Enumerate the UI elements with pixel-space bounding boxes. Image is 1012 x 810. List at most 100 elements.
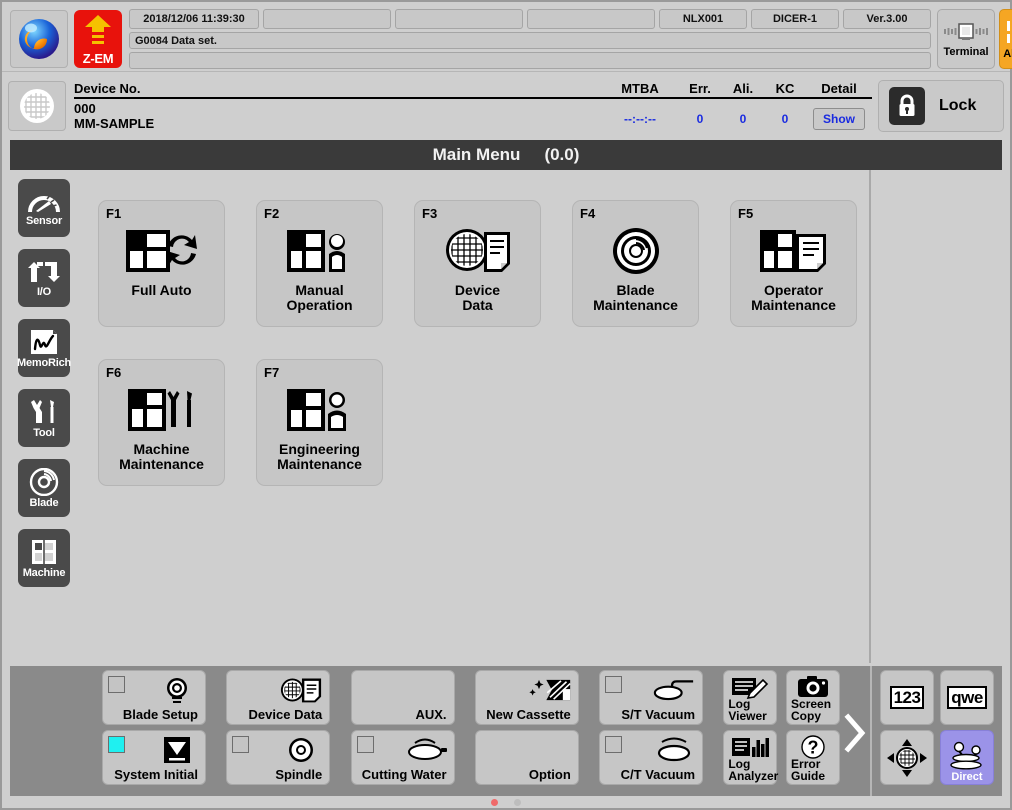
- device-no-label: Device No.: [74, 81, 141, 96]
- device-column-headers: MTBA Err. Ali. KC Detail: [602, 81, 872, 96]
- toolbar-button-cutting-water[interactable]: Cutting Water: [350, 730, 455, 785]
- value-ali: 0: [739, 112, 747, 126]
- toolbar-button-system-initial[interactable]: System Initial: [102, 730, 206, 785]
- col-detail: Detail: [821, 81, 857, 96]
- lock-label: Lock: [939, 97, 977, 114]
- manual-operation-icon: [285, 225, 355, 277]
- terminal-button[interactable]: Terminal: [937, 9, 995, 69]
- datetime-field[interactable]: 2018/12/06 11:39:30: [129, 9, 259, 29]
- toolbar-label-aux: AUX.: [415, 707, 447, 722]
- toolbar-button-st-vacuum[interactable]: S/T Vacuum: [599, 670, 704, 725]
- device-data-icon: [442, 225, 514, 277]
- alarm-clear-button[interactable]: Alarm/Clr: [999, 9, 1012, 69]
- fkey-f4: F4: [580, 206, 596, 221]
- qwerty-keyboard-button[interactable]: qwe: [940, 670, 994, 725]
- toolbar-button-screen-copy[interactable]: Screen Copy: [786, 670, 841, 725]
- fkey-f7: F7: [264, 365, 280, 380]
- memorich-icon: [29, 328, 59, 356]
- ct-vacuum-checkbox[interactable]: [605, 736, 623, 753]
- toolbar-button-new-cassette[interactable]: New Cassette: [474, 670, 579, 725]
- menu-button-machine-maintenance[interactable]: F6 Machine Maintenance: [98, 359, 225, 486]
- menu-button-operator-maintenance[interactable]: F5 Operator Maintenance: [730, 200, 857, 327]
- toolbar-button-error-guide[interactable]: ? Error Guide: [786, 730, 841, 785]
- toolbar-button-spindle[interactable]: Spindle: [226, 730, 331, 785]
- device-icon-button[interactable]: [8, 81, 66, 131]
- toolbar-label-log-analyzer: Log Analyzer: [728, 758, 778, 782]
- status-field-3[interactable]: [395, 9, 523, 29]
- system-initial-checkbox[interactable]: [108, 736, 125, 753]
- menu-button-manual-operation[interactable]: F2 Manual Operation: [256, 200, 383, 327]
- toolbar-buttons-area: Blade Setup System Initial Device Data S…: [10, 666, 870, 796]
- direct-button[interactable]: Direct: [940, 730, 994, 785]
- toolbar-button-ct-vacuum[interactable]: C/T Vacuum: [599, 730, 704, 785]
- toolbar-button-blade-setup[interactable]: Blade Setup: [102, 670, 206, 725]
- next-page-button[interactable]: [840, 670, 870, 796]
- label-line-2: Operation: [286, 297, 353, 313]
- page-dot-2[interactable]: [514, 799, 521, 806]
- toolbar-label-log-viewer: Log Viewer: [728, 698, 766, 722]
- device-data-icon: [279, 675, 323, 705]
- alarm-clear-label: Alarm/Clr: [1003, 48, 1012, 60]
- machine-id-field[interactable]: NLX001: [659, 9, 747, 29]
- toolbar-button-log-viewer[interactable]: Log Viewer: [723, 670, 778, 725]
- toolbar-label-cutting-water: Cutting Water: [361, 767, 447, 782]
- blade-maintenance-icon: [610, 225, 662, 277]
- menu-button-full-auto[interactable]: F1 Full Auto: [98, 200, 225, 327]
- menu-label-manual-operation: Manual Operation: [286, 283, 352, 313]
- device-info-bar: Device No. MTBA Err. Ali. KC Detail 000 …: [2, 72, 1010, 140]
- toolbar-button-option[interactable]: Option: [474, 730, 579, 785]
- message-line-1: G0084 Data set.: [129, 32, 931, 49]
- model-field[interactable]: DICER-1: [751, 9, 839, 29]
- lock-button[interactable]: Lock: [878, 80, 1004, 132]
- chevron-right-icon: [840, 711, 870, 755]
- sidebar-item-io[interactable]: I/O: [18, 249, 70, 307]
- wafer-navigation-button[interactable]: [880, 730, 934, 785]
- device-identity: 000 MM-SAMPLE: [74, 101, 154, 131]
- numeric-keypad-button[interactable]: 123: [880, 670, 934, 725]
- keypad-row-1: 123 qwe: [880, 670, 1006, 725]
- gauge-icon: [27, 190, 61, 214]
- show-detail-button[interactable]: Show: [813, 108, 865, 130]
- status-field-4[interactable]: [527, 9, 655, 29]
- up-arrow-icon: [83, 13, 113, 51]
- page-dot-1[interactable]: [491, 799, 498, 806]
- blade-setup-checkbox[interactable]: [108, 676, 125, 693]
- toolbar-label-screen-copy: Screen Copy: [791, 698, 831, 722]
- left-sidebar: Sensor I/O MemoRich Tool Blade Machine: [10, 170, 78, 663]
- sidebar-item-blade[interactable]: Blade: [18, 459, 70, 517]
- spindle-checkbox[interactable]: [232, 736, 250, 753]
- fkey-f6: F6: [106, 365, 122, 380]
- toolbar-button-device-data[interactable]: Device Data: [226, 670, 331, 725]
- col-mtba: MTBA: [621, 81, 659, 96]
- sidebar-item-memorich[interactable]: MemoRich: [16, 319, 72, 377]
- menu-button-blade-maintenance[interactable]: F4 Blade Maintenance: [572, 200, 699, 327]
- padlock-icon: [889, 87, 925, 125]
- app-logo-button[interactable]: [10, 10, 68, 68]
- menu-label-blade-maintenance: Blade Maintenance: [593, 283, 678, 313]
- right-empty-pane: [869, 170, 1002, 663]
- blade-disc-icon: [29, 467, 59, 496]
- st-vacuum-checkbox[interactable]: [605, 676, 623, 693]
- toolbar-column-3: AUX. Cutting Water: [350, 670, 455, 796]
- top-right-buttons: Terminal A: [937, 9, 1012, 69]
- status-field-2[interactable]: [263, 9, 391, 29]
- toolbar-gap-5: [703, 670, 723, 796]
- value-kc: 0: [781, 112, 789, 126]
- label-line-2: Data: [462, 297, 493, 313]
- toolbar-button-log-analyzer[interactable]: Log Analyzer: [723, 730, 778, 785]
- toolbar-button-aux[interactable]: AUX.: [350, 670, 455, 725]
- sidebar-item-machine[interactable]: Machine: [18, 529, 70, 587]
- cutting-water-checkbox[interactable]: [356, 736, 374, 753]
- menu-button-device-data[interactable]: F3 Device Data: [414, 200, 541, 327]
- machine-maintenance-icon: [126, 384, 198, 436]
- label-line-2: Maintenance: [593, 297, 678, 313]
- menu-button-engineering-maintenance[interactable]: F7 Engineering Maintenance: [256, 359, 383, 486]
- sidebar-item-sensor[interactable]: Sensor: [18, 179, 70, 237]
- version-field[interactable]: Ver.3.00: [843, 9, 931, 29]
- col-err: Err.: [689, 81, 711, 96]
- z-em-emergency-button[interactable]: Z-EM: [74, 10, 122, 68]
- sidebar-item-tool[interactable]: Tool: [18, 389, 70, 447]
- toolbar-gap-3: [455, 670, 475, 796]
- terminal-label: Terminal: [943, 46, 989, 58]
- sidebar-label-memorich: MemoRich: [16, 356, 72, 369]
